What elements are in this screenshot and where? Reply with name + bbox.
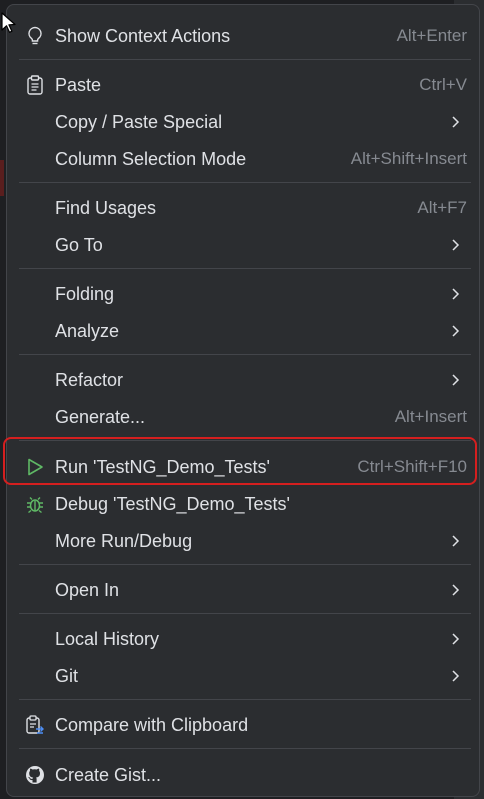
run-icon (25, 457, 45, 477)
menu-item-label: Go To (55, 234, 103, 255)
menu-item-label: Show Context Actions (55, 25, 231, 46)
chevron-right-icon (452, 239, 460, 251)
menu-item-local-history[interactable]: Local History (7, 621, 479, 657)
chevron-right-icon (452, 116, 460, 128)
separator (19, 699, 471, 700)
menu-item-generate[interactable]: Generate... Alt+Insert (7, 399, 479, 435)
menu-item-label: Folding (55, 283, 115, 304)
menu-item-shortcut: Alt+Shift+Insert (350, 149, 467, 168)
menu-item-paste[interactable]: Paste Ctrl+V (7, 67, 479, 103)
context-menu: Show Context Actions Alt+Enter Paste Ctr… (3, 4, 480, 797)
menu-item-label: Analyze (55, 320, 120, 341)
separator (19, 268, 471, 269)
menu-item-label: Git (55, 665, 79, 686)
separator (19, 59, 471, 60)
menu-item-label: Local History (55, 628, 160, 649)
separator (19, 354, 471, 355)
menu-item-label: More Run/Debug (55, 530, 193, 551)
menu-item-find-usages[interactable]: Find Usages Alt+F7 (7, 190, 479, 226)
chevron-right-icon (452, 670, 460, 682)
separator (19, 748, 471, 749)
menu-item-debug[interactable]: Debug 'TestNG_Demo_Tests' (7, 486, 479, 522)
chevron-right-icon (452, 535, 460, 547)
menu-item-shortcut: Alt+Enter (396, 26, 467, 45)
menu-item-git[interactable]: Git (7, 658, 479, 694)
separator (19, 613, 471, 614)
editor-gutter-mark (0, 160, 4, 196)
debug-icon (25, 494, 45, 514)
compare-clipboard-icon (25, 715, 45, 735)
menu-item-show-context-actions[interactable]: Show Context Actions Alt+Enter (7, 18, 479, 54)
menu-item-run[interactable]: Run 'TestNG_Demo_Tests' Ctrl+Shift+F10 (7, 449, 479, 485)
menu-item-compare-with-clipboard[interactable]: Compare with Clipboard (7, 707, 479, 743)
clipboard-icon (25, 75, 45, 95)
menu-item-column-selection-mode[interactable]: Column Selection Mode Alt+Shift+Insert (7, 141, 479, 177)
menu-item-shortcut: Ctrl+V (419, 75, 467, 94)
menu-item-go-to[interactable]: Go To (7, 227, 479, 263)
mouse-cursor-icon (1, 12, 16, 33)
menu-item-label: Run 'TestNG_Demo_Tests' (55, 456, 270, 477)
menu-item-label: Copy / Paste Special (55, 111, 223, 132)
menu-item-folding[interactable]: Folding (7, 276, 479, 312)
separator (19, 564, 471, 565)
menu-item-shortcut: Alt+F7 (417, 198, 467, 217)
menu-item-label: Create Gist... (55, 764, 162, 785)
menu-item-label: Open In (55, 579, 120, 600)
chevron-right-icon (452, 325, 460, 337)
menu-item-copy-paste-special[interactable]: Copy / Paste Special (7, 104, 479, 140)
menu-item-refactor[interactable]: Refactor (7, 362, 479, 398)
menu-item-shortcut: Ctrl+Shift+F10 (357, 457, 467, 476)
menu-item-label: Compare with Clipboard (55, 714, 249, 735)
chevron-right-icon (452, 633, 460, 645)
github-icon (25, 765, 45, 785)
chevron-right-icon (452, 288, 460, 300)
menu-item-label: Column Selection Mode (55, 148, 247, 169)
menu-item-label: Paste (55, 74, 102, 95)
menu-item-label: Generate... (55, 406, 146, 427)
menu-item-label: Refactor (55, 369, 124, 390)
separator (19, 182, 471, 183)
menu-item-more-run-debug[interactable]: More Run/Debug (7, 523, 479, 559)
menu-item-open-in[interactable]: Open In (7, 572, 479, 608)
menu-item-analyze[interactable]: Analyze (7, 313, 479, 349)
chevron-right-icon (452, 584, 460, 596)
menu-item-shortcut: Alt+Insert (394, 407, 467, 426)
menu-item-create-gist[interactable]: Create Gist... (7, 757, 479, 793)
chevron-right-icon (452, 374, 460, 386)
menu-item-label: Find Usages (55, 197, 157, 218)
menu-item-label: Debug 'TestNG_Demo_Tests' (55, 493, 290, 514)
lightbulb-icon (25, 26, 45, 46)
